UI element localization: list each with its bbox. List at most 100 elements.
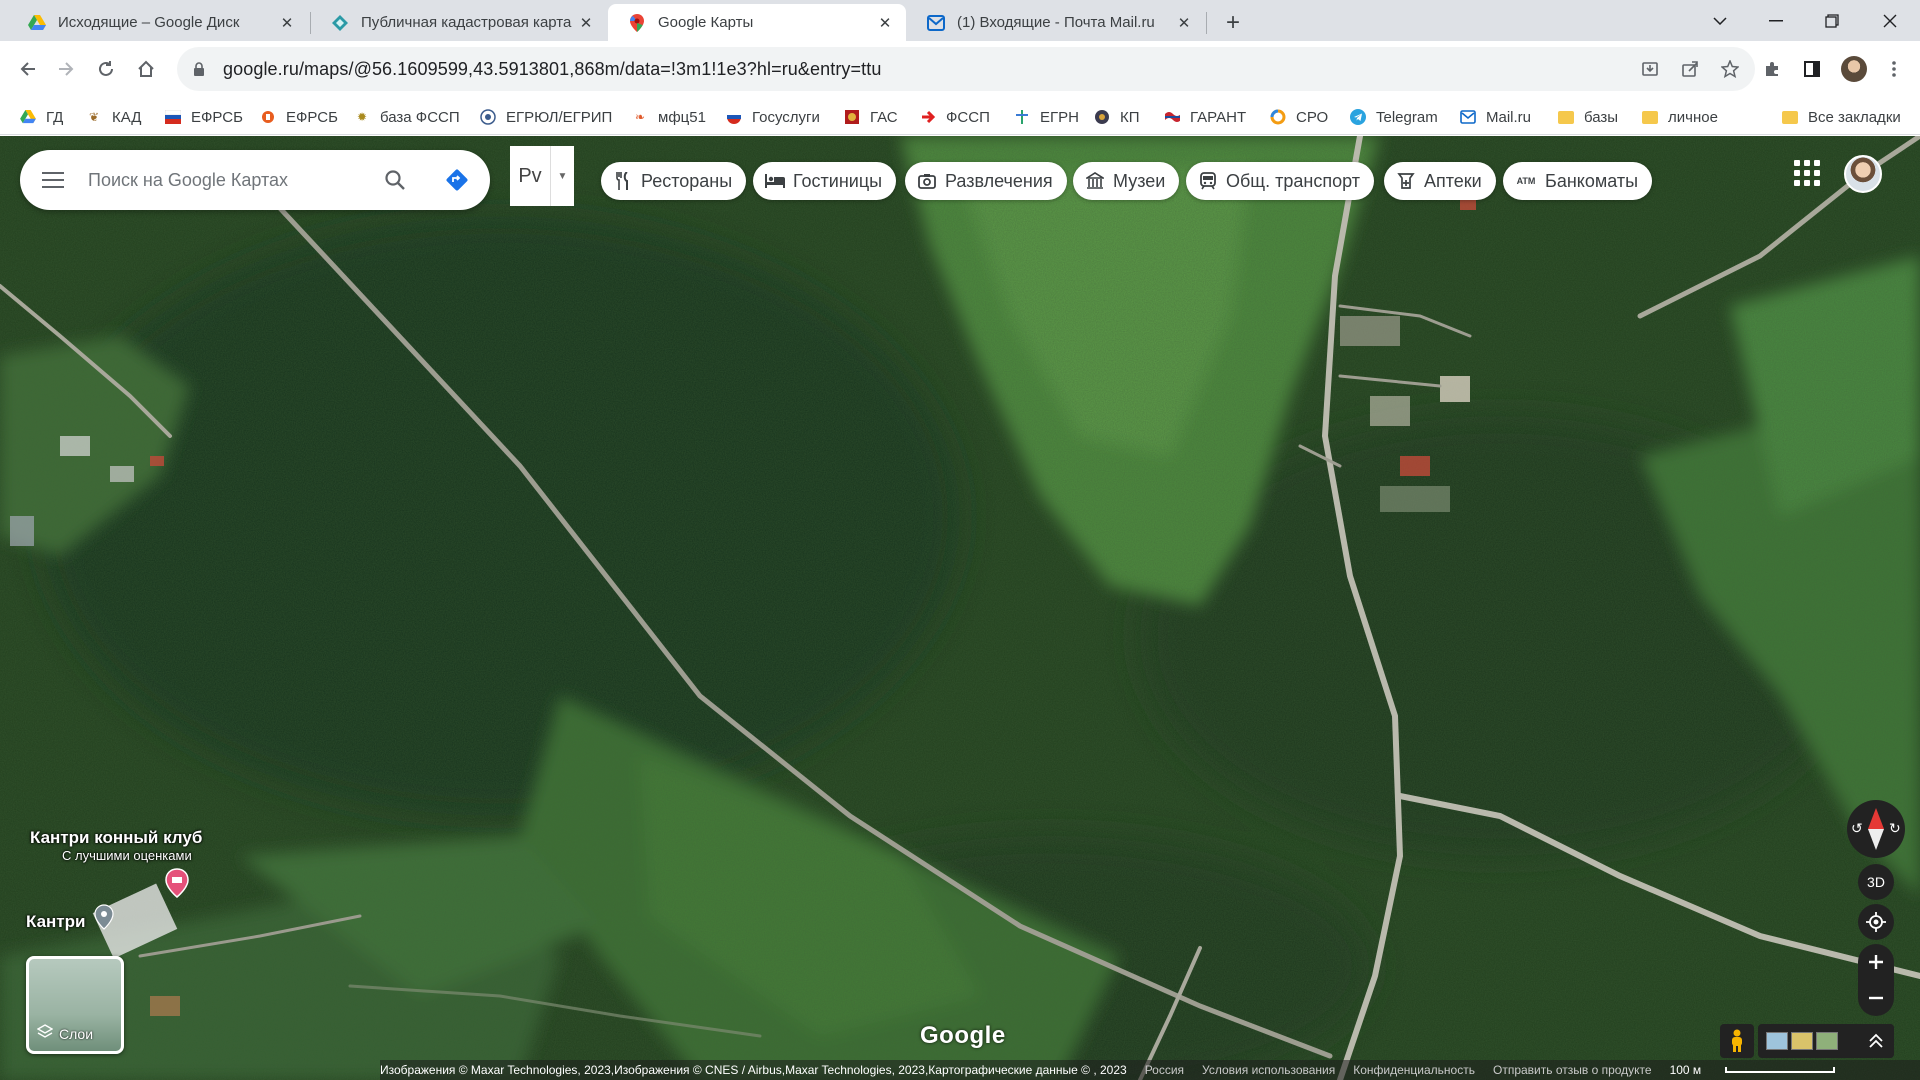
tab-google-drive[interactable]: Исходящие – Google Диск ✕ <box>8 4 308 41</box>
tab-mail-ru[interactable]: (1) Входящие - Почта Mail.ru ✕ <box>907 4 1205 41</box>
footer-link-country[interactable]: Россия <box>1145 1063 1184 1077</box>
map-type-terrain[interactable] <box>1766 1032 1788 1050</box>
bookmark-garant[interactable]: ГАРАНТ <box>1164 105 1246 129</box>
3d-label: 3D <box>1867 874 1885 890</box>
back-arrow-icon <box>20 62 35 76</box>
expand-minis-button[interactable] <box>1858 1024 1894 1058</box>
satellite-imagery[interactable] <box>0 136 1920 1080</box>
bookmark-mfc51[interactable]: ❧ мфц51 <box>632 105 706 129</box>
chip-restaurants[interactable]: Рестораны <box>601 162 747 200</box>
footer-link-feedback[interactable]: Отправить отзыв о продукте <box>1493 1063 1652 1077</box>
chip-transit[interactable]: Общ. транспорт <box>1186 162 1374 200</box>
close-tab-icon[interactable]: ✕ <box>876 14 894 32</box>
bookmark-mail-ru[interactable]: Mail.ru <box>1460 105 1531 129</box>
restore-icon[interactable] <box>1804 0 1860 41</box>
bookmark-folder-lichnoe[interactable]: личное <box>1642 105 1718 129</box>
bookmark-egrul[interactable]: ЕГРЮЛ/ЕГРИП <box>480 105 612 129</box>
tab-separator <box>1206 12 1207 34</box>
scale-bar[interactable]: 100 м <box>1670 1063 1854 1077</box>
search-icon[interactable] <box>380 165 410 195</box>
folder-icon <box>1642 109 1658 125</box>
chevron-down-icon[interactable]: ▼ <box>550 146 574 206</box>
bookmark-gd[interactable]: ГД <box>20 105 63 129</box>
bookmark-gas[interactable]: ГАС <box>844 105 898 129</box>
reload-button[interactable] <box>88 51 124 87</box>
chip-entertainment[interactable]: Развлечения <box>905 162 1067 200</box>
chrome-menu-icon[interactable] <box>1876 51 1912 87</box>
bookmark-sro[interactable]: СРО <box>1270 105 1328 129</box>
side-panel-icon[interactable] <box>1794 51 1830 87</box>
input-language-selector[interactable]: Рv ▼ <box>510 146 574 206</box>
bookmark-telegram[interactable]: Telegram <box>1350 105 1438 129</box>
compass-control[interactable]: ↺ ↻ <box>1847 800 1905 858</box>
hamburger-menu-icon[interactable] <box>38 165 68 195</box>
place-name-label[interactable]: Кантри конный клуб <box>30 828 202 848</box>
bookmark-label: ФССП <box>946 108 990 126</box>
place-short-label[interactable]: Кантри <box>26 912 85 932</box>
bookmark-baza-fssp[interactable]: ✹ база ФССП <box>354 105 460 129</box>
google-logo: Google <box>920 1022 1006 1049</box>
lock-icon[interactable] <box>193 61 209 77</box>
home-button[interactable] <box>128 51 164 87</box>
google-apps-icon[interactable] <box>1794 160 1820 186</box>
bookmark-gosuslugi[interactable]: Госуслуги <box>726 105 820 129</box>
bookmark-fssp[interactable]: ФССП <box>920 105 990 129</box>
footer-link-privacy[interactable]: Конфиденциальность <box>1353 1063 1475 1077</box>
red-arrow-icon <box>920 109 936 125</box>
map-type-traffic[interactable] <box>1791 1032 1813 1050</box>
back-button[interactable] <box>10 51 46 87</box>
bookmark-egrn[interactable]: ЕГРН <box>1014 105 1079 129</box>
my-location-button[interactable] <box>1858 904 1894 940</box>
place-marker-pin[interactable] <box>164 868 190 903</box>
emblem-icon <box>844 109 860 125</box>
rotate-left-icon[interactable]: ↺ <box>1851 820 1865 838</box>
tab-google-maps[interactable]: Google Карты ✕ <box>608 4 906 41</box>
bookmark-efrsb-1[interactable]: ЕФРСБ <box>165 105 243 129</box>
bookmark-kad[interactable]: ❦ КАД <box>86 105 141 129</box>
grey-pin-icon[interactable] <box>94 904 114 935</box>
3d-toggle-button[interactable]: 3D <box>1858 864 1894 900</box>
chip-hotels[interactable]: Гостиницы <box>753 162 897 200</box>
account-avatar[interactable] <box>1844 155 1882 193</box>
forward-button[interactable] <box>48 51 84 87</box>
map-canvas[interactable]: Рv ▼ Рестораны Гостиницы Развлечения Муз… <box>0 136 1920 1080</box>
bookmark-kp[interactable]: КП <box>1094 105 1140 129</box>
chip-label: Развлечения <box>945 170 1053 191</box>
bookmark-star-icon[interactable] <box>1717 56 1743 82</box>
tab-title: Публичная кадастровая карта <box>361 14 572 31</box>
close-tab-icon[interactable]: ✕ <box>577 14 595 32</box>
new-tab-button[interactable]: + <box>1218 8 1248 38</box>
sro-icon <box>1270 109 1286 125</box>
directions-icon[interactable] <box>440 163 474 197</box>
all-bookmarks-folder[interactable]: Все закладки <box>1782 105 1901 129</box>
map-type-satellite[interactable] <box>1816 1032 1838 1050</box>
bookmark-label: Госуслуги <box>752 108 820 126</box>
close-window-icon[interactable] <box>1862 0 1918 41</box>
bookmark-folder-bazy[interactable]: базы <box>1558 105 1618 129</box>
bookmark-label: Все закладки <box>1808 108 1901 126</box>
bookmark-label: ГД <box>46 108 64 126</box>
chip-atms[interactable]: ATM Банкоматы <box>1503 162 1653 200</box>
minimize-icon[interactable] <box>1748 0 1804 41</box>
tab-search-icon[interactable] <box>1692 0 1748 41</box>
bookmark-efrsb-2[interactable]: ЕФРСБ <box>260 105 338 129</box>
url-text[interactable]: google.ru/maps/@56.1609599,43.5913801,86… <box>223 59 881 80</box>
bookmark-label: ЕГРЮЛ/ЕГРИП <box>506 108 613 126</box>
tab-cadastral-map[interactable]: Публичная кадастровая карта ✕ <box>311 4 607 41</box>
extensions-puzzle-icon[interactable] <box>1754 51 1790 87</box>
street-view-pegman[interactable] <box>1720 1024 1754 1058</box>
rotate-right-icon[interactable]: ↻ <box>1889 820 1903 838</box>
share-icon[interactable] <box>1677 56 1703 82</box>
chip-pharmacies[interactable]: Аптеки <box>1384 162 1496 200</box>
footer-link-terms[interactable]: Условия использования <box>1202 1063 1335 1077</box>
address-bar[interactable]: google.ru/maps/@56.1609599,43.5913801,86… <box>177 47 1755 91</box>
maps-search-input[interactable] <box>88 169 338 191</box>
close-tab-icon[interactable]: ✕ <box>278 14 296 32</box>
install-icon[interactable] <box>1637 56 1663 82</box>
zoom-in-button[interactable] <box>1858 944 1894 980</box>
profile-avatar[interactable] <box>1836 51 1872 87</box>
chip-museums[interactable]: Музеи <box>1073 162 1180 200</box>
layers-button[interactable]: Слои <box>26 956 124 1054</box>
zoom-out-button[interactable] <box>1858 980 1894 1016</box>
close-tab-icon[interactable]: ✕ <box>1175 14 1193 32</box>
